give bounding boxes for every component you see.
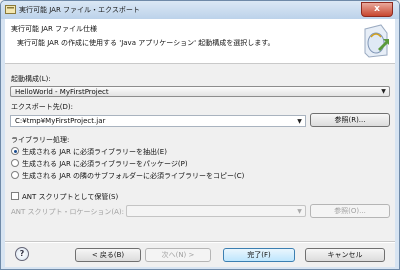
library-handling-label: ライブラリー処理: [11,136,70,144]
chevron-down-icon: ▼ [297,118,302,125]
footer-divider [5,241,395,243]
save-ant-label: ANT スクリプトとして保管(S) [22,193,119,201]
wizard-client-area: 実行可能 JAR ファイル仕様 実行可能 JAR の作成に使用する 'Java … [5,19,395,267]
title-bar[interactable]: 実行可能 JAR ファイル・エクスポート x [1,1,399,19]
radio-unselected[interactable] [11,159,19,167]
launch-config-label: 起動構成(L): [11,75,51,83]
page-title: 実行可能 JAR ファイル仕様 [11,25,98,33]
save-ant-checkbox[interactable] [11,192,19,200]
help-icon[interactable]: ? [15,247,29,261]
radio-selected[interactable] [11,147,19,155]
next-button[interactable]: 次へ(N) > [145,248,211,262]
window-title: 実行可能 JAR ファイル・エクスポート [19,6,140,14]
cancel-button[interactable]: キャンセル [305,248,385,262]
chevron-down-icon: ▼ [381,88,386,95]
browse-ant-button[interactable]: 参照(O)... [310,204,390,218]
finish-button[interactable]: 完了(F) [223,248,295,262]
wizard-banner: 実行可能 JAR ファイル仕様 実行可能 JAR の作成に使用する 'Java … [5,19,395,64]
library-option-label: 生成される JAR に必須ライブラリーを抽出(E) [22,148,167,156]
export-wizard-window: 実行可能 JAR ファイル・エクスポート x 実行可能 JAR ファイル仕様 実… [0,0,400,270]
library-option-label: 生成される JAR の隣のサブフォルダーに必須ライブラリーをコピー(C) [22,172,245,180]
radio-unselected[interactable] [11,171,19,179]
launch-config-select[interactable]: HelloWorld - MyFirstProject ▼ [10,86,390,97]
close-button[interactable]: x [361,2,393,17]
ant-location-label: ANT スクリプト・ロケーション(A): [11,208,124,216]
library-option-label: 生成される JAR に必須ライブラリーをパッケージ(P) [22,160,188,168]
browse-dest-button[interactable]: 参照(R)... [310,113,390,127]
eclipse-app-icon [5,5,16,14]
export-dest-label: エクスポート先(D): [11,103,74,111]
export-dest-value: C:¥tmp¥MyFirstProject.jar [15,117,106,125]
back-button[interactable]: < 戻る(B) [75,248,141,262]
launch-config-value: HelloWorld - MyFirstProject [15,88,109,96]
ant-location-input[interactable]: ▼ [126,205,306,217]
chevron-down-icon: ▼ [297,208,302,215]
page-description: 実行可能 JAR の作成に使用する 'Java アプリケーション' 起動構成を選… [17,39,275,47]
export-dest-input[interactable]: C:¥tmp¥MyFirstProject.jar ▼ [10,115,306,127]
jar-export-icon [364,24,389,58]
